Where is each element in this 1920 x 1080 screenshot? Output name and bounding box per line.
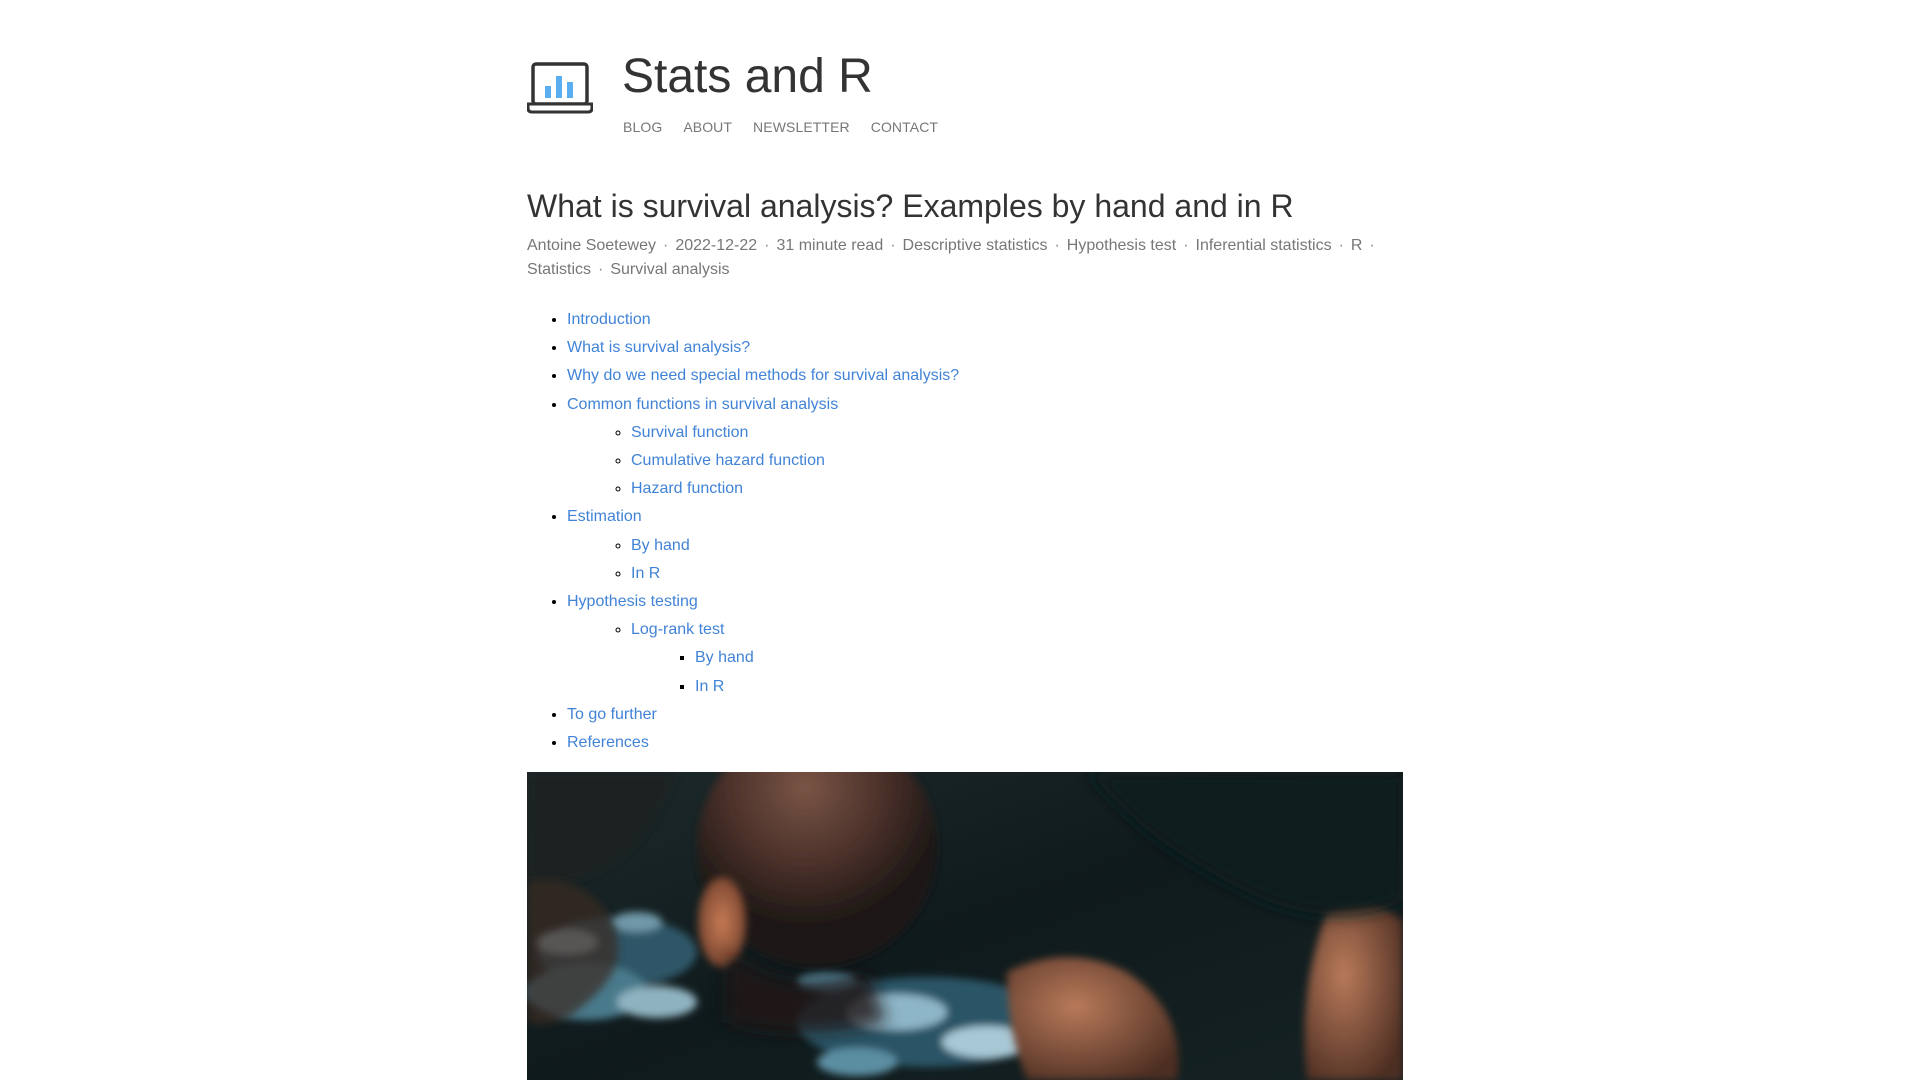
post-author: Antoine Soetewey: [527, 237, 656, 254]
toc-sublist: By hand In R: [567, 532, 1403, 588]
toc-item: What is survival analysis?: [567, 334, 1403, 362]
toc-item: Common functions in survival analysis Su…: [567, 391, 1403, 504]
toc-item: By hand: [695, 644, 1403, 672]
laptop-bar-chart-icon[interactable]: [527, 58, 593, 116]
toc-link-estimation-by-hand[interactable]: By hand: [631, 537, 690, 554]
toc-link-estimation[interactable]: Estimation: [567, 508, 642, 525]
toc-link-hazard-function[interactable]: Hazard function: [631, 480, 743, 497]
toc-link-references[interactable]: References: [567, 734, 649, 751]
page-container: Stats and R BLOG ABOUT NEWSLETTER CONTAC…: [527, 0, 1403, 1080]
toc-link-why-special[interactable]: Why do we need special methods for survi…: [567, 367, 959, 384]
toc-sublist: Log-rank test By hand In R: [567, 616, 1403, 701]
toc-link-cumulative-hazard[interactable]: Cumulative hazard function: [631, 452, 825, 469]
toc-link-introduction[interactable]: Introduction: [567, 311, 651, 328]
tag-link[interactable]: Statistics: [527, 261, 591, 278]
toc-item: In R: [695, 673, 1403, 701]
post-date: 2022-12-22: [675, 237, 758, 254]
toc-item: Introduction: [567, 306, 1403, 334]
post-title: What is survival analysis? Examples by h…: [527, 188, 1294, 224]
toc-item: Why do we need special methods for survi…: [567, 362, 1403, 390]
site-nav: BLOG ABOUT NEWSLETTER CONTACT: [623, 118, 938, 136]
toc-item: Log-rank test By hand In R: [631, 616, 1403, 701]
meta-separator: ·: [890, 237, 896, 254]
hero-image: [527, 772, 1403, 1080]
toc-item: To go further: [567, 701, 1403, 729]
table-of-contents: Introduction What is survival analysis? …: [527, 306, 1403, 757]
toc-list: Introduction What is survival analysis? …: [527, 306, 1403, 757]
toc-item: Estimation By hand In R: [567, 503, 1403, 588]
toc-item: Hazard function: [631, 475, 1403, 503]
meta-separator: ·: [1054, 237, 1060, 254]
nav-newsletter[interactable]: NEWSLETTER: [753, 118, 850, 136]
post-read-time: 31 minute read: [776, 237, 884, 254]
toc-item: References: [567, 729, 1403, 757]
toc-sublist: Survival function Cumulative hazard func…: [567, 419, 1403, 504]
hero-photo: [527, 772, 1403, 1080]
toc-subsublist: By hand In R: [631, 644, 1403, 700]
toc-link-survival-function[interactable]: Survival function: [631, 424, 748, 441]
toc-link-log-rank-test[interactable]: Log-rank test: [631, 621, 724, 638]
nav-about[interactable]: ABOUT: [683, 118, 732, 136]
tag-link[interactable]: Descriptive statistics: [903, 237, 1048, 254]
toc-item: Hypothesis testing Log-rank test By hand…: [567, 588, 1403, 701]
site-title[interactable]: Stats and R: [622, 48, 873, 106]
tag-link[interactable]: R: [1351, 237, 1363, 254]
meta-separator: ·: [1338, 237, 1344, 254]
meta-separator: ·: [1183, 237, 1189, 254]
toc-item: Cumulative hazard function: [631, 447, 1403, 475]
toc-item: By hand: [631, 532, 1403, 560]
toc-link-common-functions[interactable]: Common functions in survival analysis: [567, 396, 838, 413]
toc-item: Survival function: [631, 419, 1403, 447]
toc-link-log-rank-by-hand[interactable]: By hand: [695, 649, 754, 666]
site-header: Stats and R BLOG ABOUT NEWSLETTER CONTAC…: [527, 0, 1403, 160]
nav-blog[interactable]: BLOG: [623, 118, 662, 136]
toc-link-log-rank-in-r[interactable]: In R: [695, 678, 724, 695]
toc-link-estimation-in-r[interactable]: In R: [631, 565, 660, 582]
tag-link[interactable]: Survival analysis: [610, 261, 729, 278]
toc-link-what-is[interactable]: What is survival analysis?: [567, 339, 750, 356]
toc-link-hypothesis-testing[interactable]: Hypothesis testing: [567, 593, 698, 610]
meta-separator: ·: [598, 261, 604, 278]
tag-link[interactable]: Inferential statistics: [1196, 237, 1332, 254]
meta-separator: ·: [662, 237, 669, 254]
meta-separator: ·: [1369, 237, 1375, 254]
toc-link-to-go-further[interactable]: To go further: [567, 706, 657, 723]
meta-separator: ·: [764, 237, 770, 254]
tag-link[interactable]: Hypothesis test: [1067, 237, 1176, 254]
post-meta: Antoine Soetewey · 2022-12-22 · 31 minute re…: [527, 234, 1403, 282]
toc-item: In R: [631, 560, 1403, 588]
nav-contact[interactable]: CONTACT: [871, 118, 938, 136]
